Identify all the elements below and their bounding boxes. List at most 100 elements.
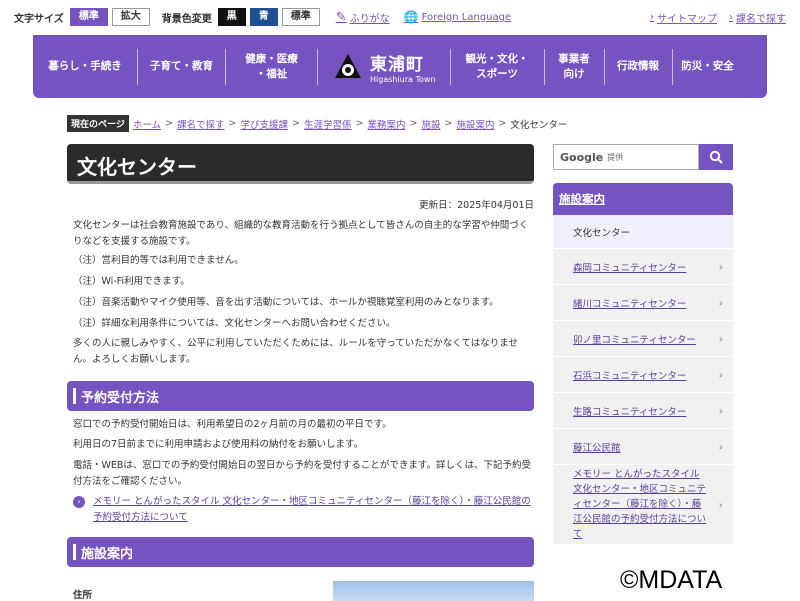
reservation-text: 利用日の7日前までに利用申請および使用料の納付をお願いします。 [73, 439, 364, 450]
sidebar-heading[interactable]: 施設案内 [553, 183, 733, 215]
note-text: （注）Wi-Fi利用できます。 [73, 276, 190, 287]
bg-color-label: 背景色変更 [161, 13, 212, 25]
breadcrumb-separator: > [444, 118, 453, 129]
pen-icon: ✎ [335, 9, 347, 25]
foreign-language-label: Foreign Language [421, 11, 512, 23]
town-name-en: Higashiura Town [370, 74, 436, 84]
nav-item-business[interactable]: 事業者 向け [545, 48, 605, 85]
closing-text: 多くの人に親しみやすく、公平に利用していただくためには、ルールを守っていただかな… [73, 338, 518, 365]
note-text: （注）詳細な利用条件については、文化センターへお問い合わせください。 [73, 318, 396, 329]
section-heading-facility: 施設案内 [67, 537, 534, 567]
town-name-jp: 東浦町 [370, 54, 424, 75]
breadcrumb-separator: > [355, 118, 364, 129]
nav-item-health[interactable]: 健康・医療 ・福祉 [226, 48, 318, 85]
reservation-text: 電話・WEBは、窓口での予約受付開始日の翌日から予約を受付することができます。詳… [73, 460, 531, 487]
breadcrumb-label: 現在のページ [67, 115, 129, 132]
facility-photo [333, 581, 534, 601]
reservation-text: 窓口での予約受付開始日は、利用希望日の2ヶ月前の月の最初の平日です。 [73, 419, 392, 430]
search-button[interactable] [699, 144, 733, 170]
breadcrumb-link[interactable]: 生涯学習係 [304, 117, 352, 131]
search-brand: Google [560, 150, 604, 164]
breadcrumb-link[interactable]: 課名で探す [177, 117, 225, 131]
sidebar-item[interactable]: 卯ノ里コミュニティセンター › [553, 321, 733, 357]
nav-item-living[interactable]: 暮らし・手続き [33, 48, 138, 85]
note-text: （注）音楽活動やマイク使用等、音を出す活動については、ホールか視聴覚室利用のみと… [73, 297, 499, 308]
sidebar-item[interactable]: 生路コミュニティセンター › [553, 393, 733, 429]
breadcrumb-separator: > [498, 118, 507, 129]
bg-blue-button[interactable]: 青 [249, 8, 278, 26]
sidebar-item-label: メモリー とんがったスタイル 文化センター・地区コミュニティセンター（藤江を除く… [573, 469, 707, 540]
bg-black-button[interactable]: 黒 [217, 8, 246, 26]
chevron-right-icon: › [718, 440, 723, 453]
search-by-section-label: 課名で探す [736, 13, 786, 25]
nav-item-tourism[interactable]: 観光・文化・ スポーツ [449, 48, 545, 85]
breadcrumb-link[interactable]: 施設案内 [456, 117, 494, 131]
reservation-method-link[interactable]: › メモリー とんがったスタイル 文化センター・地区コミュニティセンター（藤江を… [73, 494, 533, 526]
sidebar-item[interactable]: 石浜コミュニティセンター › [553, 357, 733, 393]
breadcrumb-link[interactable]: 業務案内 [367, 117, 405, 131]
sidebar-item-label: 生路コミュニティセンター [573, 406, 687, 418]
search-placeholder: 提供 [607, 152, 624, 162]
sidebar-item-label: 文化センター [573, 227, 631, 239]
sidebar-item[interactable]: 森岡コミュニティセンター › [553, 249, 733, 285]
sitemap-label: サイトマップ [657, 13, 717, 25]
breadcrumb-link[interactable]: 学び支援課 [241, 117, 289, 131]
site-search: Google 提供 [553, 144, 733, 170]
nav-item-administration[interactable]: 行政情報 [605, 48, 673, 85]
chevron-right-icon: › [718, 332, 723, 345]
sitemap-link[interactable]: › サイトマップ [650, 10, 717, 25]
sidebar-item-label: 森岡コミュニティセンター [573, 262, 687, 274]
sidebar-item-label: 卯ノ里コミュニティセンター [573, 334, 696, 346]
search-by-section-link[interactable]: › 課名で探す [729, 10, 786, 25]
sidebar-item-label: 藤江公民館 [573, 442, 621, 454]
breadcrumb-separator: > [165, 118, 174, 129]
breadcrumb-separator: > [228, 118, 237, 129]
chevron-right-icon: › [718, 368, 723, 381]
watermark: ©MDATA [620, 566, 723, 594]
chevron-right-icon: › [718, 498, 723, 511]
arrow-right-icon: › [73, 496, 85, 508]
search-icon [709, 150, 723, 164]
sidebar-item[interactable]: メモリー とんがったスタイル 文化センター・地区コミュニティセンター（藤江を除く… [553, 465, 733, 545]
note-text: （注）営利目的等では利用できません。 [73, 255, 244, 266]
address-label: 住所 [73, 590, 93, 601]
section-heading-reservation: 予約受付方法 [67, 381, 534, 411]
breadcrumb-current: 文化センター [510, 119, 568, 131]
nav-item-safety[interactable]: 防災・安全 [673, 49, 743, 85]
foreign-language-link[interactable]: 🌐 Foreign Language [404, 10, 512, 24]
main-nav: 暮らし・手続き 子育て・教育 健康・医療 ・福祉 東浦町 Higashiura … [33, 35, 767, 98]
page-title: 文化センター [67, 144, 534, 184]
font-size-label: 文字サイズ [14, 13, 64, 25]
sidebar-item-label: 緒川コミュニティセンター [573, 298, 687, 310]
sidebar-item[interactable]: 藤江公民館 › [553, 429, 733, 465]
font-large-button[interactable]: 拡大 [111, 8, 150, 26]
reservation-method-link-label: メモリー とんがったスタイル 文化センター・地区コミュニティセンター（藤江を除く… [93, 496, 531, 523]
sidebar-item-label: 石浜コミュニティセンター [573, 370, 687, 382]
intro-text: 文化センターは社会教育施設であり、組織的な教育活動を行う拠点として皆さんの自主的… [73, 220, 529, 247]
chevron-right-icon: › [718, 260, 723, 273]
search-input[interactable]: Google 提供 [553, 144, 699, 170]
utility-bar: 文字サイズ 標準 拡大 背景色変更 黒 青 標準 ✎ ふりがな 🌐 Foreig… [0, 0, 800, 34]
globe-icon: 🌐 [403, 10, 419, 24]
breadcrumb-link[interactable]: 施設 [421, 117, 440, 131]
chevron-right-icon: › [729, 11, 733, 23]
updated-date: 更新日：2025年04月01日 [419, 200, 534, 211]
sidebar-list: 文化センター 森岡コミュニティセンター › 緒川コミュニティセンター › 卯ノ里コミ… [553, 215, 733, 545]
sidebar-item[interactable]: 緒川コミュニティセンター › [553, 285, 733, 321]
breadcrumb: 現在のページ ホーム > 課名で探す > 学び支援課 > 生涯学習係 > 業務案内 > 施… [67, 115, 567, 132]
breadcrumb-separator: > [292, 118, 300, 129]
chevron-right-icon: › [718, 404, 723, 417]
town-logo[interactable]: 東浦町 Higashiura Town [318, 50, 450, 84]
font-standard-button[interactable]: 標準 [69, 8, 108, 26]
furigana-label: ふりがな [349, 13, 390, 25]
town-name: 東浦町 Higashiura Town [370, 50, 436, 84]
breadcrumb-link[interactable]: ホーム [133, 117, 161, 131]
nav-item-childcare[interactable]: 子育て・教育 [138, 48, 226, 85]
sidebar-item-current[interactable]: 文化センター [553, 215, 733, 249]
breadcrumb-separator: > [409, 118, 418, 129]
chevron-right-icon: › [650, 11, 654, 23]
chevron-right-icon: › [718, 296, 723, 309]
furigana-link[interactable]: ✎ ふりがな [336, 10, 390, 25]
town-emblem-icon [335, 53, 361, 78]
bg-standard-button[interactable]: 標準 [281, 8, 320, 26]
